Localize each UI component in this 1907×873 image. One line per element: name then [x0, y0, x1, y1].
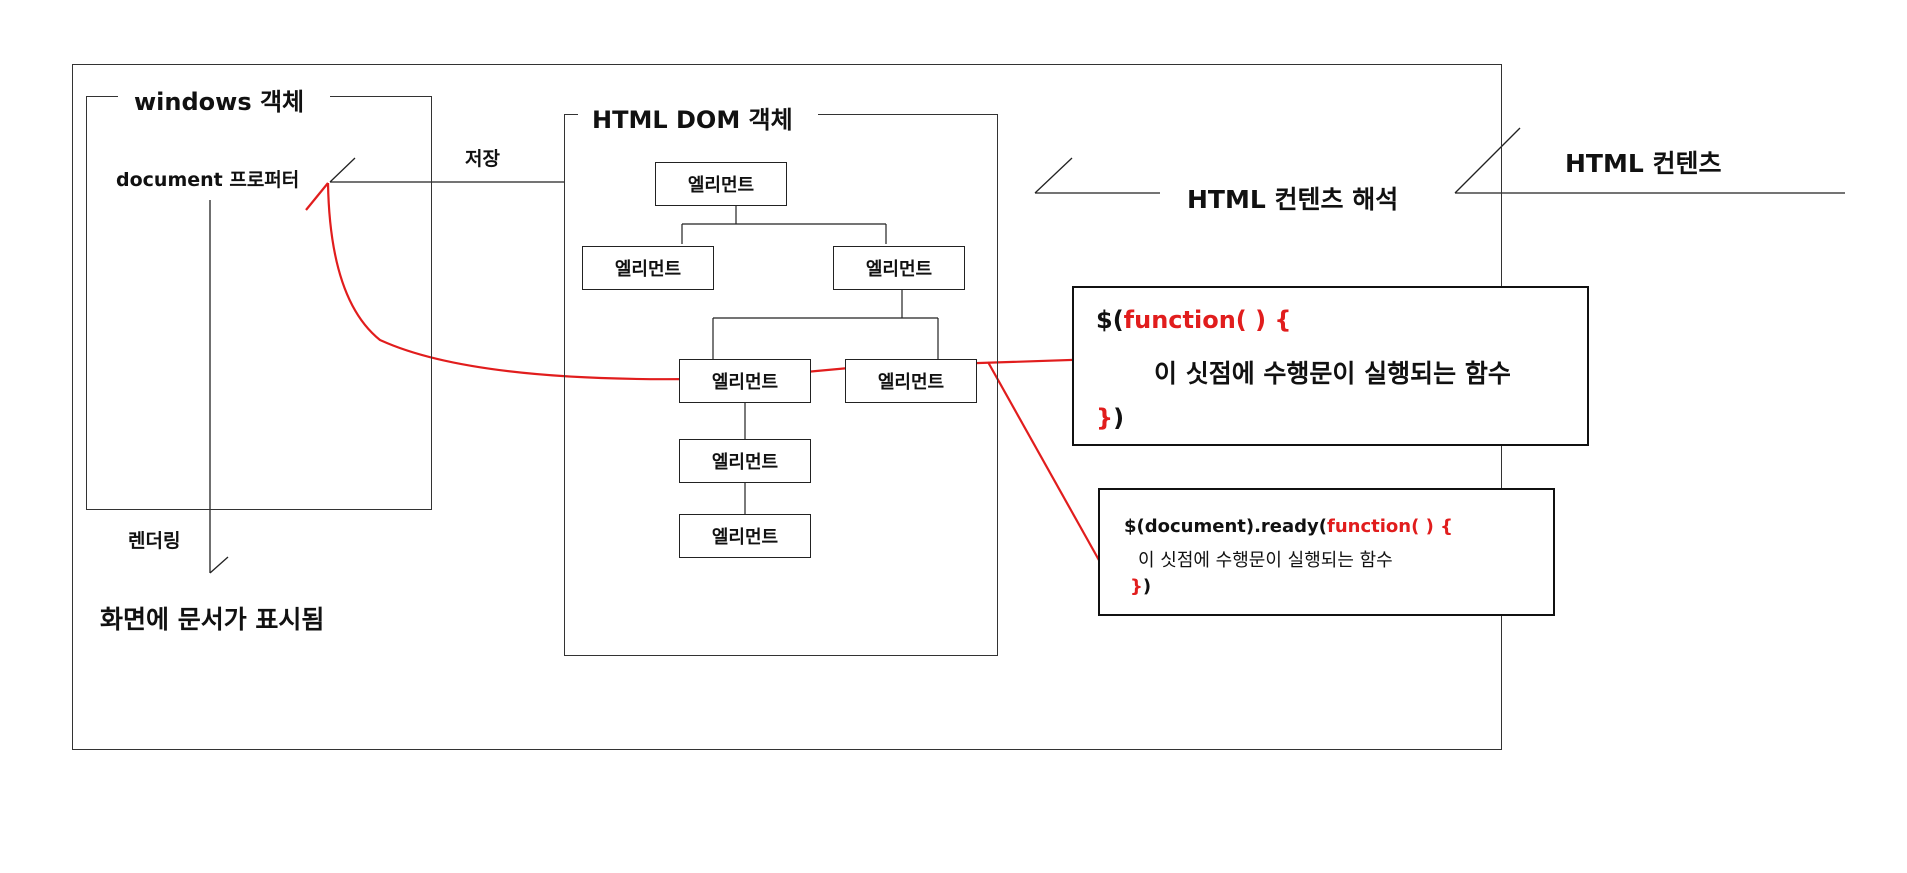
element-node-root: 엘리먼트 [655, 162, 787, 206]
code-box-shorthand: $(function( ) { 이 싯점에 수행문이 실행되는 함수 }) [1072, 286, 1589, 446]
code-box-document-ready: $(document).ready(function( ) { 이 싯점에 수행… [1098, 488, 1555, 616]
ready-line-3: }) [1130, 576, 1152, 597]
document-property-label: document 프로퍼터 [116, 169, 300, 191]
store-label: 저장 [465, 148, 500, 170]
element-node-grandchild-right: 엘리먼트 [845, 359, 977, 403]
dom-object-title: HTML DOM 객체 [592, 106, 793, 134]
windows-object-frame [86, 96, 432, 510]
element-node-grandchild-left: 엘리먼트 [679, 359, 811, 403]
parse-label: HTML 컨텐츠 해석 [1187, 185, 1399, 214]
element-node-right: 엘리먼트 [833, 246, 965, 290]
display-result-label: 화면에 문서가 표시됨 [100, 605, 325, 634]
element-node-level3: 엘리먼트 [679, 439, 811, 483]
rendering-label: 렌더링 [128, 530, 181, 552]
element-node-left: 엘리먼트 [582, 246, 714, 290]
ready-line-2: 이 싯점에 수행문이 실행되는 함수 [1138, 550, 1393, 571]
code-line-3: }) [1096, 404, 1125, 432]
windows-object-title: windows 객체 [134, 88, 305, 116]
ready-line-1: $(document).ready(function( ) { [1124, 516, 1453, 537]
element-node-level4: 엘리먼트 [679, 514, 811, 558]
code-line-2: 이 싯점에 수행문이 실행되는 함수 [1154, 359, 1511, 388]
content-label: HTML 컨텐츠 [1565, 149, 1722, 178]
code-line-1: $(function( ) { [1096, 306, 1292, 334]
